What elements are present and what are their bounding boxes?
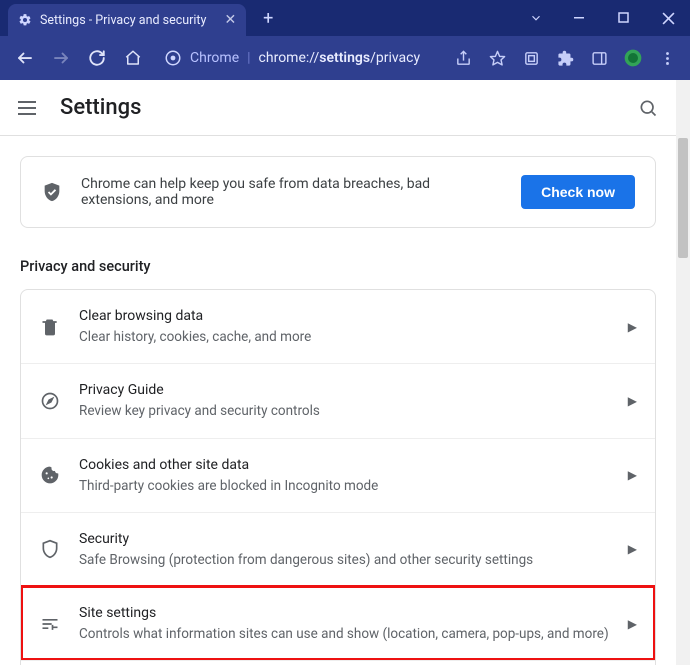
row-body: SecuritySafe Browsing (protection from d… — [79, 529, 610, 570]
row-subtitle: Clear history, cookies, cache, and more — [79, 327, 610, 347]
row-title: Privacy Guide — [79, 380, 610, 401]
window-close-button[interactable] — [646, 0, 690, 36]
row-cookies[interactable]: Cookies and other site dataThird-party c… — [21, 438, 655, 512]
privacy-settings-list: Clear browsing dataClear history, cookie… — [20, 289, 656, 665]
window-more-icon[interactable] — [514, 0, 558, 36]
row-subtitle: Controls what information sites can use … — [79, 624, 610, 644]
sidepanel-icon[interactable] — [584, 41, 614, 75]
shield-icon — [39, 538, 61, 560]
bookmark-star-icon[interactable] — [482, 41, 512, 75]
settings-title: Settings — [60, 95, 141, 120]
cookie-icon — [39, 464, 61, 486]
share-icon[interactable] — [448, 41, 478, 75]
window-titlebar: Settings - Privacy and security ✕ + — [0, 0, 690, 36]
omnibox-url: chrome://settings/privacy — [259, 50, 421, 66]
row-body: Privacy GuideReview key privacy and secu… — [79, 380, 610, 421]
browser-toolbar: Chrome | chrome://settings/privacy — [0, 36, 690, 80]
tune-icon — [39, 613, 61, 635]
tab-settings-privacy[interactable]: Settings - Privacy and security ✕ — [8, 4, 246, 36]
tab-close-icon[interactable]: ✕ — [224, 12, 236, 28]
window-controls — [514, 0, 690, 36]
row-title: Site settings — [79, 603, 610, 624]
row-body: Clear browsing dataClear history, cookie… — [79, 306, 610, 347]
row-subtitle: Safe Browsing (protection from dangerous… — [79, 550, 610, 570]
row-body: Cookies and other site dataThird-party c… — [79, 455, 610, 496]
chevron-right-icon: ▶ — [628, 542, 637, 556]
settings-menu-button[interactable] — [18, 96, 42, 120]
check-now-button[interactable]: Check now — [521, 175, 635, 209]
row-security[interactable]: SecuritySafe Browsing (protection from d… — [21, 512, 655, 586]
shield-check-icon — [41, 181, 63, 203]
row-privacy-sandbox[interactable]: Privacy SandboxTrial features are off — [21, 660, 655, 665]
row-subtitle: Third-party cookies are blocked in Incog… — [79, 476, 610, 496]
chevron-right-icon: ▶ — [628, 617, 637, 631]
reload-button[interactable] — [80, 41, 114, 75]
row-title: Clear browsing data — [79, 306, 610, 327]
row-title: Security — [79, 529, 610, 550]
safety-check-text: Chrome can help keep you safe from data … — [81, 176, 503, 208]
new-tab-button[interactable]: + — [254, 4, 282, 32]
gear-icon — [18, 13, 32, 27]
section-title-privacy: Privacy and security — [0, 248, 676, 289]
scrollbar-thumb[interactable] — [678, 138, 688, 258]
back-button[interactable] — [8, 41, 42, 75]
compass-icon — [39, 390, 61, 412]
settings-header: Settings — [0, 80, 676, 136]
chrome-menu-button[interactable] — [652, 41, 682, 75]
row-body: Site settingsControls what information s… — [79, 603, 610, 644]
row-subtitle: Review key privacy and security controls — [79, 401, 610, 421]
chrome-icon — [164, 49, 182, 67]
toolbar-actions — [448, 41, 682, 75]
extension-1-icon[interactable] — [516, 41, 546, 75]
home-button[interactable] — [116, 41, 150, 75]
row-site-settings[interactable]: Site settingsControls what information s… — [21, 586, 655, 660]
settings-content: Settings Chrome can help keep you safe f… — [0, 80, 690, 665]
profile-avatar[interactable] — [618, 41, 648, 75]
address-bar[interactable]: Chrome | chrome://settings/privacy — [158, 43, 440, 73]
row-title: Cookies and other site data — [79, 455, 610, 476]
window-minimize-button[interactable] — [558, 0, 602, 36]
row-privacy-guide[interactable]: Privacy GuideReview key privacy and secu… — [21, 363, 655, 437]
chevron-right-icon: ▶ — [628, 394, 637, 408]
extensions-icon[interactable] — [550, 41, 580, 75]
forward-button[interactable] — [44, 41, 78, 75]
trash-icon — [39, 316, 61, 338]
window-maximize-button[interactable] — [602, 0, 646, 36]
tab-title: Settings - Privacy and security — [40, 13, 206, 28]
chevron-right-icon: ▶ — [628, 320, 637, 334]
row-clear-browsing-data[interactable]: Clear browsing dataClear history, cookie… — [21, 290, 655, 363]
safety-check-banner: Chrome can help keep you safe from data … — [20, 156, 656, 228]
chevron-right-icon: ▶ — [628, 468, 637, 482]
omnibox-prefix: Chrome — [190, 50, 239, 66]
settings-search-button[interactable] — [638, 98, 658, 118]
